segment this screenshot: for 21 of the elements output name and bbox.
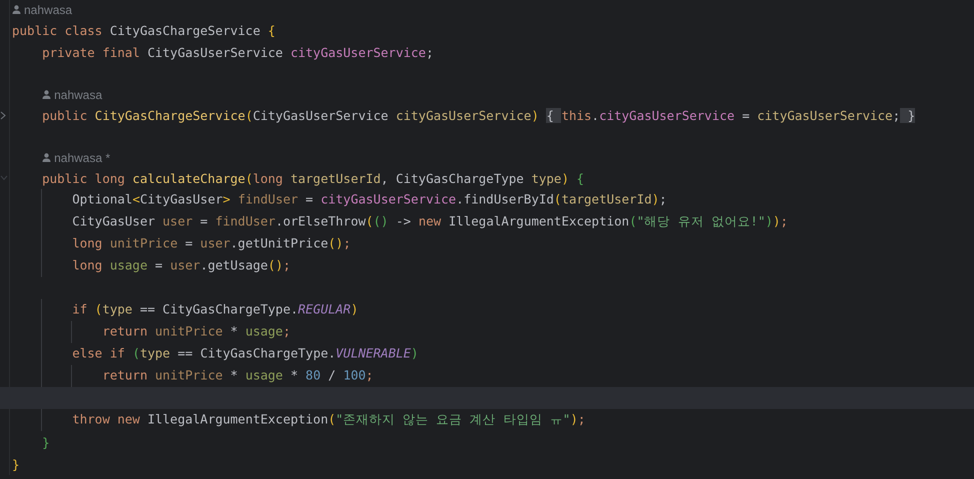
code-line: public CityGasChargeService(CityGasUserService cityGasUserService) { this.cityGasUserService = cityGasUserService; } <box>41 108 916 122</box>
person-icon <box>12 5 21 14</box>
person-icon <box>42 90 52 99</box>
code-line: long usage = user.getUsage(); <box>10 255 291 277</box>
author-hint[interactable]: nahwasa <box>24 2 72 16</box>
author-hint[interactable]: nahwasa <box>54 88 102 102</box>
code-line: long unitPrice = user.getUnitPrice(); <box>10 233 351 255</box>
chevron-right-icon[interactable] <box>0 110 6 120</box>
code-line: CityGasUser user = findUser.orElseThrow(() -> new IllegalArgumentException("해당 유저 없어요!")); <box>10 211 788 233</box>
code-line: Optional<CityGasUser> findUser = cityGasUserService.findUserById(targetUserId); <box>10 189 667 211</box>
author-hint[interactable]: nahwasa * <box>54 150 110 164</box>
code-line: return unitPrice * usage; <box>10 321 290 343</box>
code-line: public long calculateCharge(long targetUserId, CityGasChargeType type) { <box>41 170 584 186</box>
code-line: throw new IllegalArgumentException("존재하지 않는 요금 계산 타입임 ㅠ"); <box>10 409 586 431</box>
code-line: if (type == CityGasChargeType.REGULAR) <box>10 299 358 321</box>
code-line: } <box>41 434 50 450</box>
code-line: public class CityGasChargeService { <box>11 22 276 38</box>
code-line: else if (type == CityGasChargeType.VULNERABLE) <box>10 343 418 365</box>
code-line: } <box>11 456 20 472</box>
code-line: private final CityGasUserService cityGasUserService; <box>41 44 434 60</box>
person-icon <box>42 153 52 162</box>
